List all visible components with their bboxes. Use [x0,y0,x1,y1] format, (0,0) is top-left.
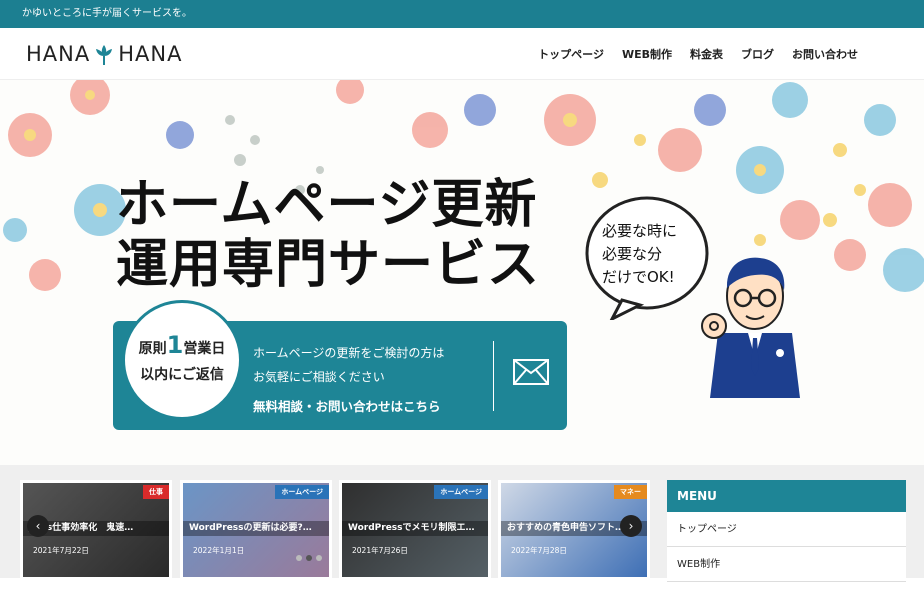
nav-item-contact[interactable]: お問い合わせ [792,46,858,62]
tagline: かゆいところに手が届くサービスを。 [22,8,192,19]
carousel-dot[interactable] [316,555,322,561]
badge-line2: 以内にご返信 [140,367,224,383]
businessman-illustration [701,257,800,398]
hero-title-line1: ホームページ更新 [116,175,538,235]
badge-line1: 原則1営業日 [138,331,226,359]
sidebar-menu: MENU トップページ WEB制作 [667,480,906,600]
bubble-line3: だけでOK! [602,268,675,286]
hero-title-line2: 運用専門サービス [116,235,541,295]
cta-link[interactable]: 無料相談・お問い合わせはこちら [253,395,444,419]
top-bar: かゆいところに手が届くサービスを。 [0,0,924,28]
carousel-dots [296,555,326,561]
flower-logo-icon [96,45,113,65]
nav-item-top[interactable]: トップページ [538,46,604,62]
post-tag: マネー [614,485,647,499]
menu-item-web[interactable]: WEB制作 [667,547,906,582]
bubble-line2: 必要な分 [602,245,663,263]
site-header: HANA HANA トップページ WEB制作 料金表 ブログ お問い合わせ [0,28,924,80]
cta-line1: ホームページの更新をご検討の方は [253,346,445,360]
hero-title: ホームページ更新 運用専門サービス [116,175,540,295]
bubble-text: 必要な時に 必要な分 だけでOK! [602,220,702,289]
logo-text-right: HANA [118,42,183,66]
post-title: WordPressでメモリ制限エ… [342,521,488,536]
post-card[interactable]: ホームページ WordPressの更新は必要?… 2022年1月1日 [180,480,332,580]
cta-text: ホームページの更新をご検討の方は お気軽にご相談ください 無料相談・お問い合わせ… [253,341,444,419]
carousel-dot[interactable] [306,555,312,561]
post-date: 2022年1月1日 [193,546,245,555]
menu-heading: MENU [667,480,906,512]
mail-icon[interactable] [513,359,549,385]
reply-badge: 原則1営業日 以内にご返信 [122,300,242,420]
bubble-line1: 必要な時に [602,222,678,240]
cta-divider [493,341,494,411]
post-card[interactable]: ホームページ WordPressでメモリ制限エ… 2021年7月26日 [339,480,491,580]
post-date: 2022年7月28日 [511,546,567,555]
post-title: WordPressの更新は必要?… [183,521,329,536]
carousel-prev-button[interactable]: ‹ [27,515,49,537]
post-tag: ホームページ [275,485,329,499]
carousel-next-button[interactable]: › [620,515,642,537]
hero-section: ホームページ更新 運用専門サービス 必要な時に 必要な分 だけでOK! ホームペ… [0,80,924,465]
post-tag: 仕事 [143,485,169,499]
post-date: 2021年7月22日 [33,546,89,555]
post-tag: ホームページ [434,485,488,499]
cta-line2: お気軽にご相談ください [253,370,385,384]
site-logo[interactable]: HANA HANA [26,40,182,68]
menu-item-top[interactable]: トップページ [667,512,906,547]
nav-item-web[interactable]: WEB制作 [622,46,672,62]
logo-text-left: HANA [26,42,91,66]
nav-item-pricing[interactable]: 料金表 [690,46,723,62]
lower-section: 仕事 Jows仕事効率化 鬼速… 2021年7月22日 ホームページ WordP… [0,465,924,600]
carousel-dot[interactable] [296,555,302,561]
main-nav: トップページ WEB制作 料金表 ブログ お問い合わせ [520,28,858,80]
nav-item-blog[interactable]: ブログ [741,46,774,62]
post-date: 2021年7月26日 [352,546,408,555]
